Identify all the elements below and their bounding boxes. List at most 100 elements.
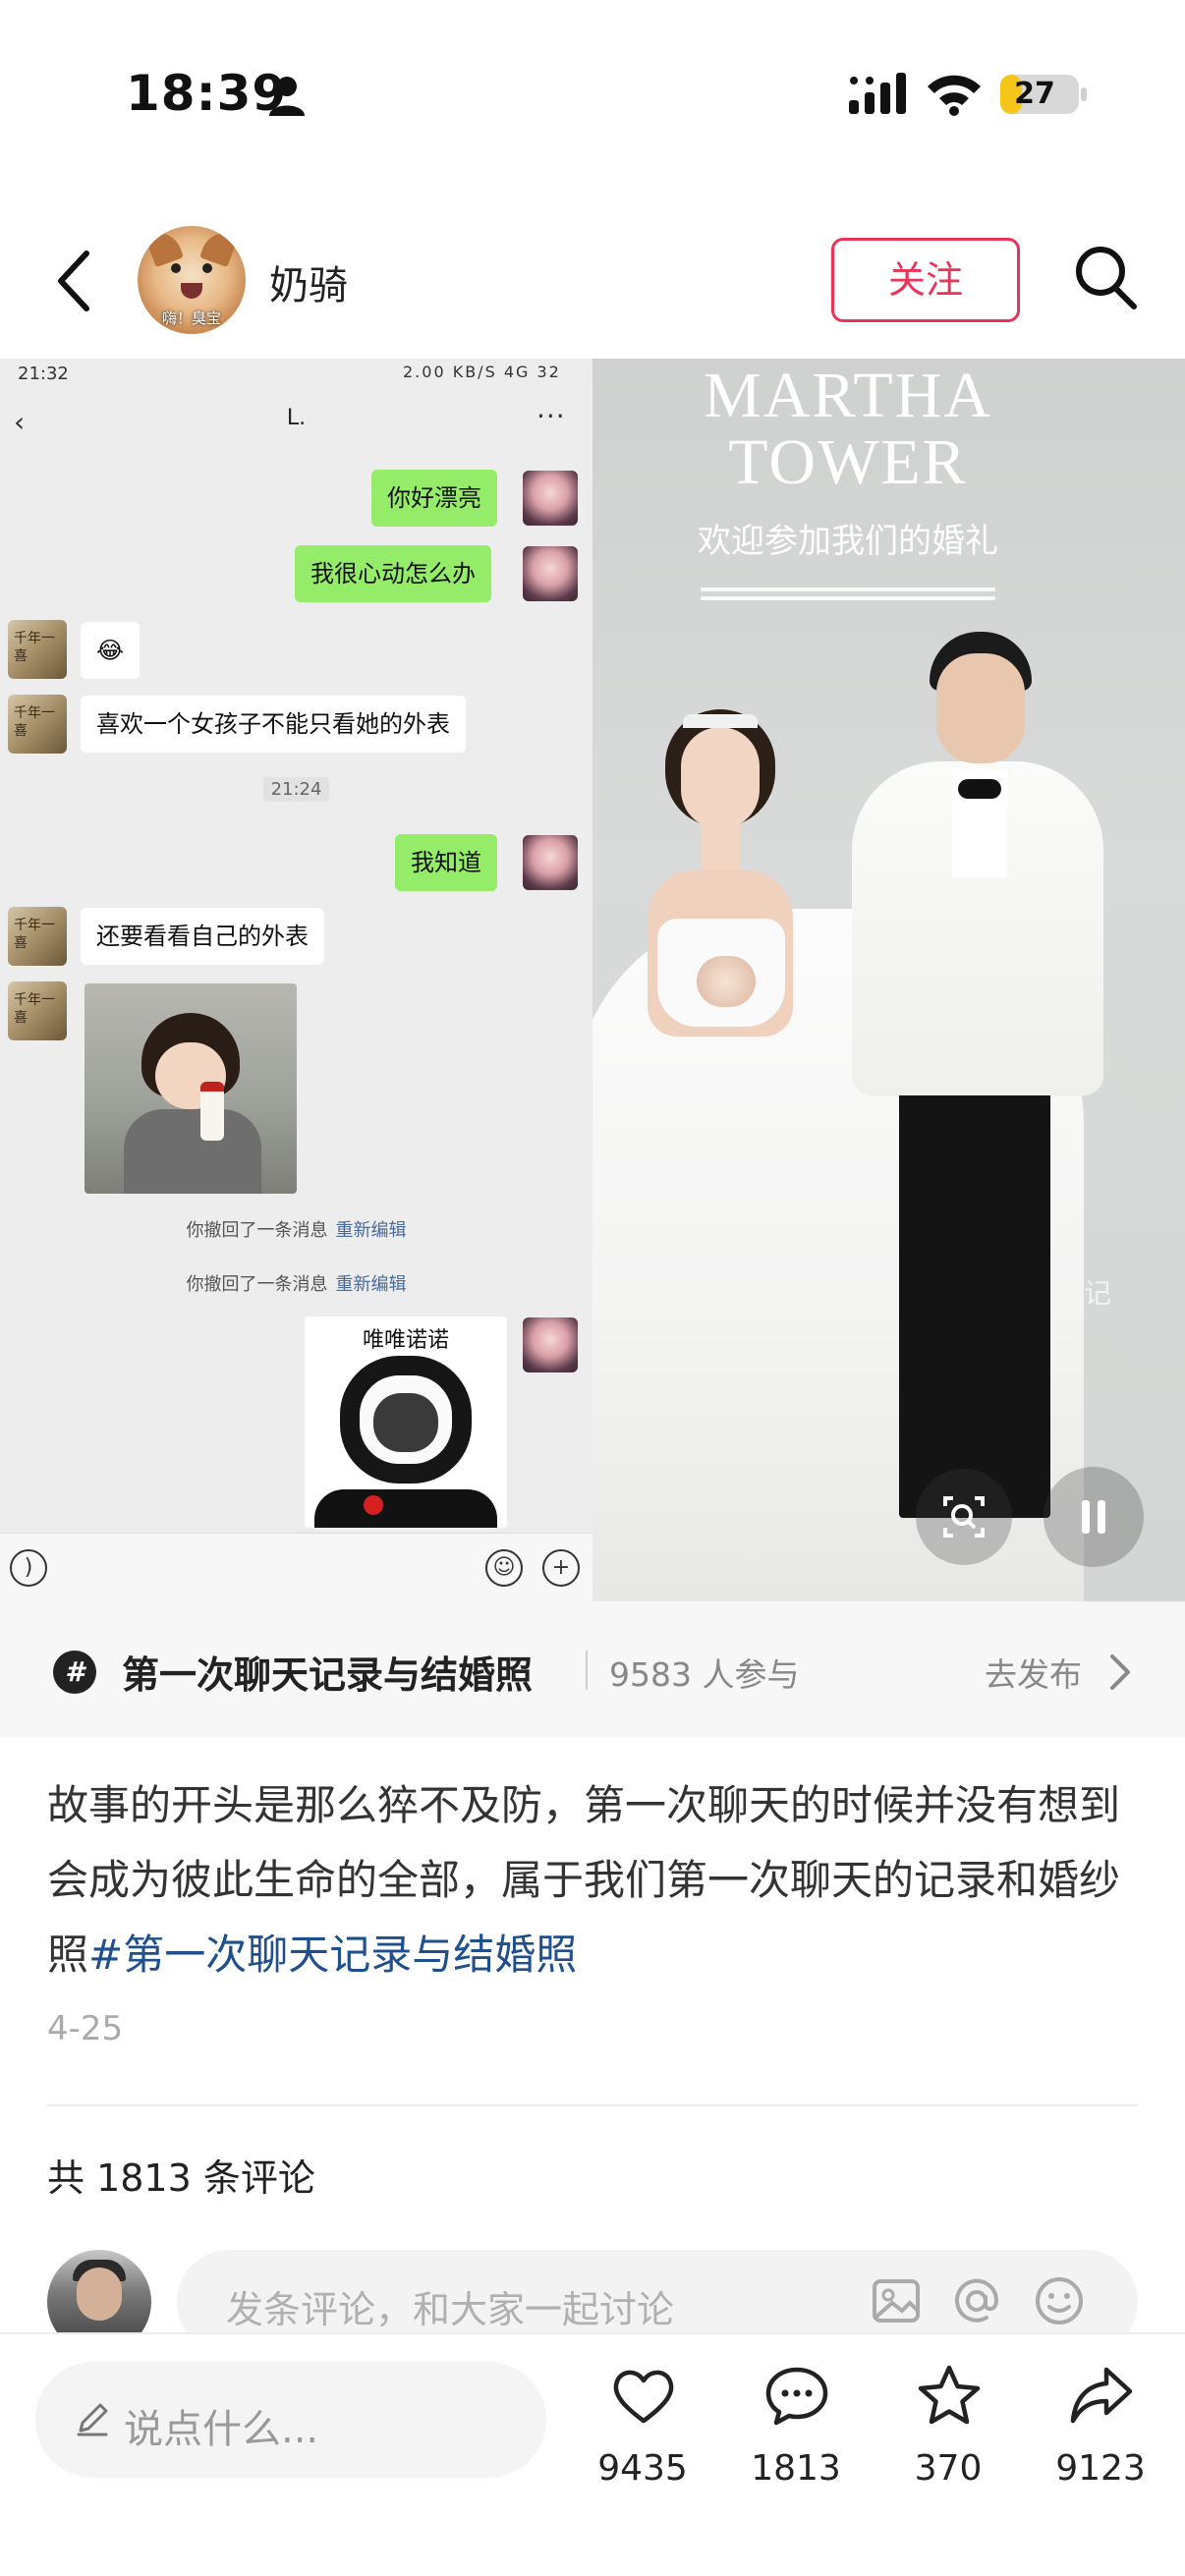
follow-button[interactable]: 关注	[831, 238, 1020, 322]
person-icon	[269, 77, 305, 116]
wedding-small-print	[701, 583, 995, 608]
voice-icon: )	[10, 1549, 47, 1587]
chat-status-info: 2.00 KB/S 4G 32	[403, 363, 561, 381]
photo-detail	[200, 1082, 224, 1141]
avatar-decoration	[181, 283, 202, 299]
chat-avatar-other: 千年一喜	[8, 981, 67, 1040]
cellular-signal-icon	[849, 73, 906, 114]
post-hashtag-link[interactable]: #第一次聊天记录与结婚照	[88, 1931, 577, 1979]
battery-indicator: 27	[1000, 75, 1079, 114]
avatar-decoration	[171, 263, 181, 273]
share-arrow-icon	[1070, 2367, 1133, 2424]
wedding-photo: MARTHA TOWER 欢迎参加我们的婚礼 记	[592, 359, 1185, 1601]
section-divider	[47, 2104, 1138, 2106]
pause-button[interactable]	[1044, 1467, 1144, 1567]
sticker-text: 唯唯诺诺	[362, 1328, 449, 1353]
status-bar: 18:39 27	[0, 0, 1185, 196]
comment-icon	[765, 2367, 828, 2426]
post-description: 故事的开头是那么猝不及防，第一次聊天的时候并没有想到会成为彼此生命的全部，属于我…	[47, 1768, 1140, 1992]
bouquet	[697, 956, 756, 1007]
share-button[interactable]: 9123	[1032, 2362, 1169, 2509]
scan-icon	[943, 1496, 985, 1538]
chat-timestamp-text: 21:24	[262, 777, 330, 802]
chat-input-bar: ) ☺ +	[0, 1533, 592, 1601]
watermark: 记	[1084, 1277, 1112, 1310]
chat-header: ‹ L. ···	[0, 398, 592, 441]
bow-tie	[958, 779, 1001, 799]
chat-avatar-other-text: 千年一喜	[14, 705, 55, 739]
author-avatar[interactable]: 嗨！臭宝	[138, 226, 246, 334]
comment-button[interactable]: 1813	[727, 2362, 865, 2509]
chat-bubble: 我知道	[395, 834, 497, 891]
plus-icon: +	[542, 1549, 580, 1587]
back-arrow-icon[interactable]	[51, 246, 100, 316]
share-count: 9123	[1055, 2448, 1146, 2489]
topic-publish-link[interactable]: 去发布	[985, 1649, 1082, 1696]
chevron-right-icon	[1110, 1654, 1130, 1690]
image-scan-button[interactable]	[916, 1469, 1012, 1565]
avatar-decoration	[77, 2268, 122, 2321]
battery-tip	[1081, 87, 1087, 101]
topic-participant-count: 9583 人参与	[609, 1655, 800, 1694]
chat-timestamp: 21:24	[0, 777, 592, 802]
chat-avatar-other-text: 千年一喜	[14, 992, 55, 1026]
chat-avatar-other-text: 千年一喜	[14, 631, 55, 664]
meme-sticker: 唯唯诺诺	[305, 1316, 507, 1528]
top-nav: 嗨！臭宝 奶骑 关注	[0, 216, 1185, 359]
groom-figure	[899, 1076, 1050, 1518]
mention-icon[interactable]	[949, 2273, 1004, 2328]
pause-icon	[1082, 1500, 1090, 1534]
groom-figure	[936, 653, 1025, 763]
favorite-button[interactable]: 370	[879, 2362, 1017, 2509]
say-something-input[interactable]: 说点什么...	[35, 2362, 546, 2478]
post-date: 4-25	[47, 2009, 124, 2048]
chat-photo	[85, 983, 297, 1194]
photo-detail	[124, 1109, 261, 1194]
chat-avatar-me	[523, 1317, 578, 1372]
topic-title: 第一次聊天记录与结婚照	[122, 1653, 534, 1697]
image-icon[interactable]	[869, 2273, 924, 2328]
chat-bubble: 喜欢一个女孩子不能只看她的外表	[81, 696, 466, 753]
sticker-detail	[364, 1495, 383, 1515]
chat-more-icon: ···	[536, 400, 566, 432]
chat-screenshot: 21:32 2.00 KB/S 4G 32 ‹ L. ··· 你好漂亮 我很心动…	[0, 359, 592, 1601]
avatar-decoration	[202, 263, 212, 273]
chat-status-bar: 21:32 2.00 KB/S 4G 32	[0, 359, 592, 388]
topic-bar[interactable]: # 第一次聊天记录与结婚照 9583 人参与 去发布	[0, 1601, 1185, 1737]
star-icon	[918, 2365, 981, 2425]
heart-icon	[613, 2370, 674, 2424]
bottom-action-bar: 说点什么... 9435 1813 370 9123	[0, 2332, 1185, 2576]
emoji-icon[interactable]	[1032, 2273, 1087, 2328]
pause-icon	[1098, 1500, 1105, 1534]
topic-divider	[586, 1651, 588, 1690]
avatar-decoration	[199, 226, 239, 268]
search-icon[interactable]	[1073, 244, 1138, 312]
bride-tiara	[683, 714, 758, 728]
author-name[interactable]: 奶骑	[269, 253, 348, 310]
recall-text: 你撤回了一条消息	[186, 1220, 328, 1241]
chat-avatar-other: 千年一喜	[8, 695, 67, 754]
bride-figure	[701, 820, 740, 869]
recall-notice: 你撤回了一条消息 重新编辑	[0, 1216, 592, 1242]
post-image[interactable]: 21:32 2.00 KB/S 4G 32 ‹ L. ··· 你好漂亮 我很心动…	[0, 359, 1185, 1601]
chat-avatar-me	[523, 835, 578, 890]
recall-notice: 你撤回了一条消息 重新编辑	[0, 1270, 592, 1296]
wedding-subtitle: 欢迎参加我们的婚礼	[698, 522, 998, 561]
comment-placeholder: 发条评论，和大家一起讨论	[226, 2288, 675, 2331]
wifi-icon	[928, 75, 981, 116]
hashtag-icon: #	[53, 1651, 96, 1694]
chat-avatar-other: 千年一喜	[8, 620, 67, 679]
avatar-caption: 嗨！臭宝	[161, 309, 221, 327]
say-placeholder: 说点什么...	[124, 2407, 319, 2452]
sticker-detail	[314, 1489, 497, 1528]
battery-level: 27	[1014, 77, 1055, 111]
like-button[interactable]: 9435	[574, 2362, 711, 2509]
re-edit-link: 重新编辑	[335, 1220, 407, 1241]
chat-avatar-me	[523, 471, 578, 526]
chat-bubble: 我很心动怎么办	[295, 545, 491, 602]
sticker-detail	[373, 1393, 438, 1452]
wedding-title-line1: MARTHA	[703, 360, 993, 431]
re-edit-link: 重新编辑	[335, 1274, 407, 1295]
comment-count: 1813	[751, 2448, 841, 2489]
bride-figure	[681, 727, 760, 829]
